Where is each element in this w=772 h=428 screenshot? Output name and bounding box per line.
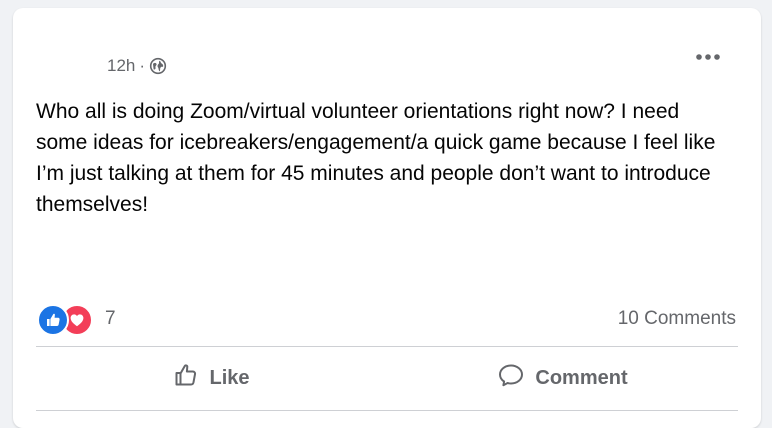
thumbs-up-icon	[173, 362, 199, 394]
reactions-summary[interactable]: 7	[37, 304, 116, 336]
more-options-icon[interactable]	[691, 40, 725, 74]
reaction-count: 7	[105, 308, 116, 329]
like-button[interactable]: Like	[36, 354, 387, 402]
meta-separator: ·	[139, 56, 146, 75]
post-text: Who all is doing Zoom/virtual volunteer …	[36, 100, 716, 216]
post-meta: 12h ·	[107, 55, 167, 77]
reaction-icons	[37, 304, 95, 336]
comment-button[interactable]: Comment	[387, 354, 738, 402]
comment-bubble-icon	[497, 362, 525, 394]
divider-bottom	[36, 410, 738, 411]
like-label: Like	[209, 366, 250, 389]
divider	[36, 346, 738, 347]
post-timestamp[interactable]: 12h	[107, 56, 135, 76]
post-card: 12h · Who all is doing Zoom/virtual volu…	[13, 8, 761, 428]
like-reaction-icon	[37, 304, 69, 336]
comment-label: Comment	[535, 366, 628, 389]
post-actions: Like Comment	[36, 354, 738, 402]
comments-count[interactable]: 10 Comments	[618, 304, 736, 334]
globe-icon[interactable]	[149, 57, 167, 75]
